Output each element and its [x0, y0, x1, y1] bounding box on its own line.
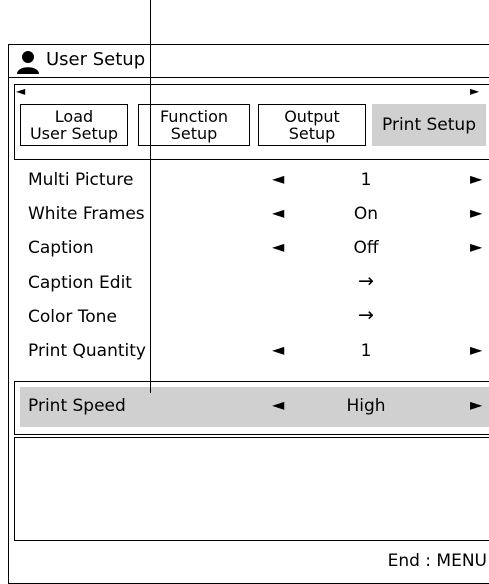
setting-value: High: [346, 396, 386, 416]
setting-row-multi-picture[interactable]: Multi Picture ◄ 1 ►: [14, 164, 489, 198]
setting-label: Caption: [28, 238, 94, 258]
setting-label: Print Quantity: [28, 341, 146, 361]
tab-label: Print Setup: [382, 114, 476, 135]
arrow-left-icon[interactable]: ◄: [272, 237, 284, 256]
tab-print-setup[interactable]: Print Setup: [372, 104, 486, 146]
arrow-left-icon[interactable]: ◄: [272, 169, 284, 188]
setting-label: Caption Edit: [28, 273, 132, 293]
scroll-left-icon[interactable]: ◄: [16, 84, 25, 98]
tab-label-line2: Setup: [288, 124, 336, 143]
user-icon: [17, 51, 39, 74]
enter-arrow-icon[interactable]: →: [304, 304, 428, 326]
footer-hint: End : MENU: [387, 551, 487, 571]
tab-label-line1: Load: [54, 107, 94, 126]
tab-label-line2: User Setup: [29, 124, 119, 143]
setting-label: White Frames: [28, 204, 145, 224]
arrow-right-icon[interactable]: ►: [470, 169, 482, 188]
setting-row-white-frames[interactable]: White Frames ◄ On ►: [14, 198, 489, 232]
scroll-right-icon[interactable]: ►: [470, 84, 479, 98]
tab-label-line2: Setup: [170, 124, 218, 143]
setting-row-caption[interactable]: Caption ◄ Off ►: [14, 232, 489, 266]
setting-row-color-tone[interactable]: Color Tone →: [14, 301, 489, 335]
tab-load-user-setup[interactable]: Load User Setup: [20, 104, 128, 146]
tab-label-line1: Function: [159, 107, 229, 126]
callout-line: [150, 0, 151, 393]
arrow-right-icon[interactable]: ►: [470, 237, 482, 256]
setting-row-caption-edit[interactable]: Caption Edit →: [14, 267, 489, 301]
tab-function-setup[interactable]: Function Setup: [138, 104, 250, 146]
tab-label-line1: Output: [284, 107, 340, 126]
arrow-left-icon[interactable]: ◄: [272, 395, 284, 414]
setting-value: 1: [360, 341, 372, 361]
setting-value: On: [353, 204, 379, 224]
enter-arrow-icon[interactable]: →: [304, 270, 428, 292]
tab-output-setup[interactable]: Output Setup: [258, 104, 366, 146]
setting-value: Off: [353, 238, 379, 258]
setting-label: Color Tone: [28, 307, 117, 327]
arrow-left-icon[interactable]: ◄: [272, 203, 284, 222]
arrow-right-icon[interactable]: ►: [470, 395, 482, 414]
setting-label: Multi Picture: [28, 170, 134, 190]
arrow-right-icon[interactable]: ►: [470, 340, 482, 359]
arrow-right-icon[interactable]: ►: [470, 203, 482, 222]
setting-label: Print Speed: [28, 396, 126, 416]
window-title: User Setup: [46, 49, 146, 70]
setting-row-print-quantity[interactable]: Print Quantity ◄ 1 ►: [14, 335, 489, 369]
setting-value: 1: [360, 170, 372, 190]
setting-row-print-speed[interactable]: Print Speed ◄ High ►: [20, 390, 489, 424]
empty-area: [14, 437, 489, 541]
arrow-left-icon[interactable]: ◄: [272, 340, 284, 359]
